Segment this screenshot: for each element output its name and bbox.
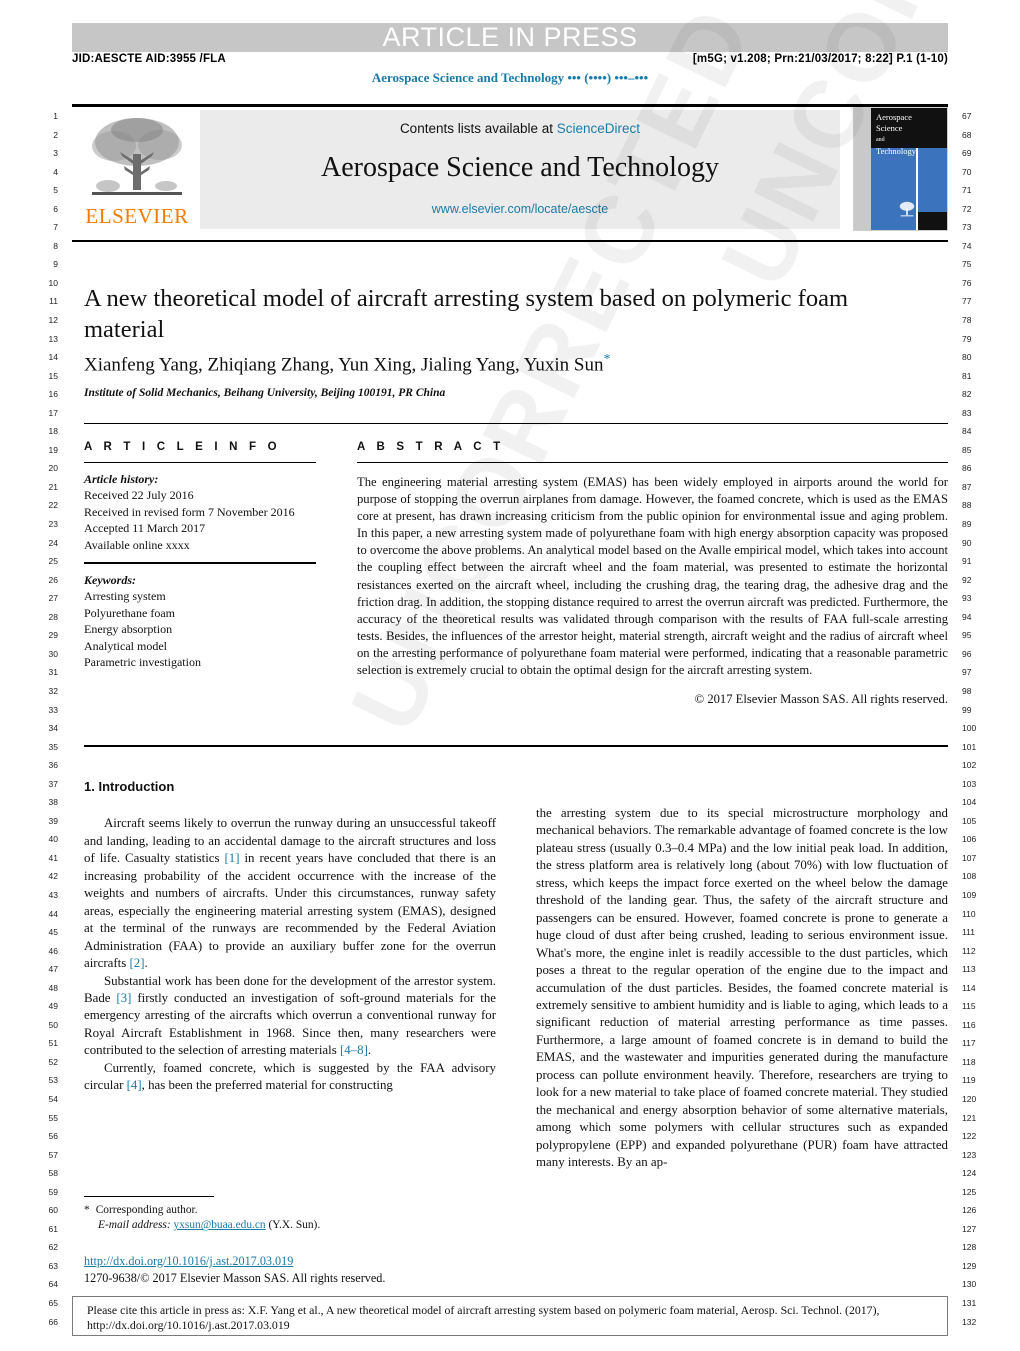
corresponding-author-text: Corresponding author.	[95, 1204, 198, 1216]
paragraph-text: in recent years have concluded that ther…	[84, 851, 496, 971]
article-info-column: A R T I C L E I N F O Article history: R…	[84, 441, 316, 670]
footnote-rule	[84, 1196, 214, 1197]
doi-block: http://dx.doi.org/10.1016/j.ast.2017.03.…	[84, 1253, 524, 1286]
journal-title: Aerospace Science and Technology	[321, 152, 719, 183]
cover-black-corner	[918, 212, 947, 230]
line-numbers-left: 1 2 3 4 5 6 7 8 9 10 11 12 13 14 15 16 17 18 19 20 21 22 23 24 2…	[48, 111, 58, 1327]
body-paragraph: Aircraft seems likely to overrun the run…	[84, 815, 496, 972]
article-in-press-banner: ARTICLE IN PRESS	[72, 23, 948, 52]
paragraph-text: .	[144, 956, 148, 971]
history-item: Available online xxxx	[84, 537, 190, 552]
author-list: Xianfeng Yang, Zhiqiang Zhang, Yun Xing,…	[84, 352, 874, 376]
body-column-left: 1. Introduction Aircraft seems likely to…	[84, 778, 496, 1095]
article-page: UNCORRECTED PROOF UNCORRECTED PROOF ARTI…	[0, 0, 1020, 1351]
cover-elsevier-tree-icon	[899, 201, 915, 217]
cover-title-line3: and	[876, 137, 885, 143]
page-title: A new theoretical model of aircraft arre…	[84, 285, 848, 343]
history-item: Received 22 July 2016	[84, 488, 194, 503]
article-history-block: Article history: Received 22 July 2016 R…	[84, 471, 316, 553]
keywords-label: Keywords:	[84, 573, 136, 588]
cover-title-line1: Aerospace	[876, 112, 912, 122]
footnote-star-marker: *	[84, 1204, 90, 1216]
issn-copyright-line: 1270-9638/© 2017 Elsevier Masson SAS. Al…	[84, 1270, 386, 1285]
abstract-copyright: © 2017 Elsevier Masson SAS. All rights r…	[694, 692, 948, 707]
abstract-heading: A B S T R A C T	[357, 441, 505, 453]
email-label: E-mail address:	[98, 1219, 171, 1232]
article-history-label: Article history:	[84, 472, 159, 486]
contents-prefix: Contents lists available at	[399, 121, 557, 136]
contents-available-line: Contents lists available at ScienceDirec…	[200, 121, 840, 136]
footnote-block: * Corresponding author. E-mail address: y…	[84, 1203, 496, 1234]
email-owner: (Y.X. Sun).	[268, 1219, 321, 1232]
keyword-item: Parametric investigation	[84, 655, 201, 670]
sciencedirect-link[interactable]: ScienceDirect	[557, 121, 640, 136]
paragraph-text: .	[367, 1043, 372, 1058]
keywords-rule	[84, 562, 316, 565]
abstract-column: A B S T R A C T The engineering material…	[357, 441, 948, 707]
print-stamp-label: [m5G; v1.208; Prn:21/03/2017; 8:22] P.1 …	[692, 53, 948, 65]
cover-title-line4: Technology	[876, 145, 917, 156]
citation-link[interactable]: [1]	[224, 851, 239, 865]
elsevier-logo: ELSEVIER	[80, 112, 194, 228]
info-top-rule	[84, 423, 948, 424]
cover-title-line2: Science	[876, 122, 903, 133]
citation-link[interactable]: [2]	[129, 956, 144, 970]
citation-link[interactable]: [4]	[127, 1078, 142, 1092]
cover-spine	[854, 108, 871, 230]
keyword-item: Arresting system	[84, 589, 166, 604]
doi-link[interactable]: http://dx.doi.org/10.1016/j.ast.2017.03.…	[84, 1253, 524, 1270]
cite-this-article-box: Please cite this article in press as: X.…	[72, 1296, 948, 1336]
citation-link[interactable]: [3]	[116, 991, 131, 1005]
masthead-bottom-rule	[72, 240, 948, 242]
body-paragraph: the arresting system due to its special …	[536, 806, 948, 1170]
journal-cover-thumbnail: Aerospace Science and Technology	[853, 107, 948, 231]
paragraph-text: firstly conducted an investigation of so…	[84, 990, 496, 1058]
paragraph-text: , has been the preferred material for co…	[141, 1078, 393, 1093]
running-journal-title: Aerospace Science and Technology ••• (••…	[371, 70, 649, 85]
keyword-item: Polyurethane foam	[84, 605, 175, 620]
article-in-press-label: ARTICLE IN PRESS	[382, 22, 638, 52]
affiliation: Institute of Solid Mechanics, Beihang Un…	[84, 387, 446, 399]
body-paragraph: Substantial work has been done for the d…	[84, 973, 496, 1060]
citation-link[interactable]: [4–8]	[340, 1043, 368, 1057]
body-column-right: the arresting system due to its special …	[536, 805, 948, 1172]
elsevier-tree-icon	[92, 118, 182, 195]
section-heading-introduction: 1. Introduction	[84, 779, 175, 794]
email-note: E-mail address: yxsun@buaa.edu.cn (Y.X. …	[84, 1218, 496, 1233]
corresponding-author-note: * Corresponding author.	[84, 1203, 496, 1218]
corresponding-author-marker: *	[603, 352, 611, 367]
cover-journal-title: Aerospace Science and Technology	[876, 112, 924, 156]
article-info-heading: A R T I C L E I N F O	[84, 441, 281, 453]
body-paragraph: Currently, foamed concrete, which is sug…	[84, 1060, 496, 1095]
cite-line-1: Please cite this article in press as: X.…	[87, 1303, 880, 1317]
journal-masthead-box: Contents lists available at ScienceDirec…	[200, 110, 840, 229]
email-link[interactable]: yxsun@buaa.edu.cn	[174, 1219, 266, 1231]
elsevier-wordmark: ELSEVIER	[85, 204, 189, 228]
author-names: Xianfeng Yang, Zhiqiang Zhang, Yun Xing,…	[84, 354, 604, 376]
abstract-rule	[357, 462, 948, 463]
history-item: Accepted 11 March 2017	[84, 521, 206, 536]
article-info-rule	[84, 462, 316, 463]
line-numbers-right: 67 68 69 70 71 72 73 74 75 76 77 78 79 80 81 82 83 84 85 86…	[962, 111, 977, 1327]
masthead-top-rule	[72, 104, 948, 107]
jid-aid-label: JID:AESCTE AID:3955 /FLA	[72, 53, 226, 65]
history-item: Received in revised form 7 November 2016	[84, 504, 295, 519]
cite-line-2: http://dx.doi.org/10.1016/j.ast.2017.03.…	[87, 1318, 290, 1333]
abstract-text: The engineering material arresting syste…	[357, 475, 948, 678]
keyword-item: Analytical model	[84, 638, 167, 653]
keywords-block: Keywords: Arresting system Polyurethane …	[84, 572, 316, 670]
journal-homepage-link[interactable]: www.elsevier.com/locate/aescte	[200, 202, 840, 216]
abstract-bottom-rule	[84, 745, 948, 747]
keyword-item: Energy absorption	[84, 622, 173, 637]
